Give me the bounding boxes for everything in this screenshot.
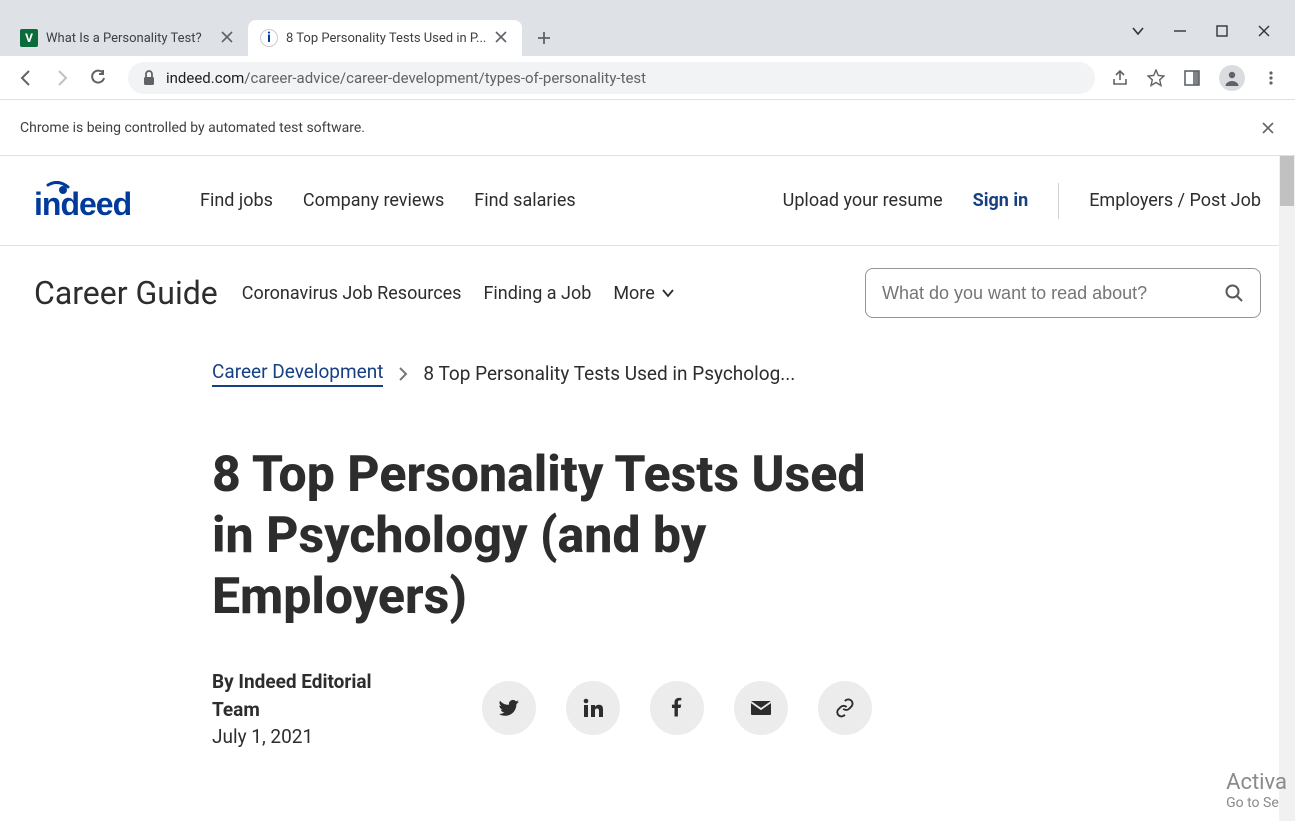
share-facebook-icon[interactable] (650, 681, 704, 735)
profile-avatar-icon[interactable] (1219, 65, 1245, 91)
favicon: V (20, 29, 38, 47)
automation-infobar: Chrome is being controlled by automated … (0, 100, 1295, 156)
back-button[interactable] (12, 64, 40, 92)
breadcrumb-current: 8 Top Personality Tests Used in Psycholo… (423, 362, 795, 385)
nav-find-jobs[interactable]: Find jobs (200, 190, 273, 211)
share-icon[interactable] (1111, 69, 1129, 87)
chevron-right-icon (397, 367, 409, 381)
sign-in-link[interactable]: Sign in (973, 190, 1029, 211)
indeed-logo[interactable]: indeed (34, 181, 166, 221)
tab-active[interactable]: i 8 Top Personality Tests Used in P... (248, 20, 522, 56)
windows-activation-watermark: Activa Go to Se (1226, 770, 1287, 811)
share-email-icon[interactable] (734, 681, 788, 735)
infobar-text: Chrome is being controlled by automated … (20, 120, 365, 136)
reading-list-icon[interactable] (1183, 69, 1201, 87)
share-linkedin-icon[interactable] (566, 681, 620, 735)
publish-date: July 1, 2021 (212, 725, 412, 748)
subnav-coronavirus[interactable]: Coronavirus Job Resources (242, 283, 462, 304)
maximize-icon[interactable] (1215, 24, 1229, 38)
minimize-icon[interactable] (1173, 24, 1187, 38)
chevron-down-icon (661, 286, 675, 300)
employers-link[interactable]: Employers / Post Job (1089, 190, 1261, 211)
close-icon[interactable] (220, 30, 236, 46)
window-controls (1131, 8, 1295, 38)
breadcrumb-parent[interactable]: Career Development (212, 360, 383, 387)
subnav-finding-job[interactable]: Finding a Job (483, 283, 591, 304)
new-tab-button[interactable] (530, 24, 558, 52)
favicon: i (260, 29, 278, 47)
chevron-down-icon[interactable] (1131, 24, 1145, 38)
tab-strip: V What Is a Personality Test? i 8 Top Pe… (0, 8, 1295, 56)
share-row (482, 681, 872, 735)
search-input[interactable] (882, 283, 1214, 304)
nav-company-reviews[interactable]: Company reviews (303, 190, 444, 211)
subnav-more[interactable]: More (613, 283, 674, 304)
divider (1058, 183, 1059, 219)
svg-text:indeed: indeed (34, 186, 131, 221)
url-text: indeed.com/career-advice/career-developm… (166, 69, 646, 87)
tab-inactive[interactable]: V What Is a Personality Test? (8, 20, 248, 56)
article-title: 8 Top Personality Tests Used in Psycholo… (212, 445, 900, 628)
search-box[interactable] (865, 268, 1261, 318)
breadcrumb: Career Development 8 Top Personality Tes… (212, 360, 900, 387)
career-guide-subnav: Career Guide Coronavirus Job Resources F… (0, 246, 1295, 340)
share-twitter-icon[interactable] (482, 681, 536, 735)
article: Career Development 8 Top Personality Tes… (0, 340, 900, 748)
career-guide-title: Career Guide (34, 274, 218, 312)
close-window-icon[interactable] (1257, 24, 1271, 38)
address-bar[interactable]: indeed.com/career-advice/career-developm… (128, 62, 1095, 94)
scrollbar-thumb[interactable] (1280, 156, 1294, 206)
author: By Indeed Editorial Team (212, 668, 412, 723)
close-icon[interactable] (494, 30, 510, 46)
share-link-icon[interactable] (818, 681, 872, 735)
search-icon[interactable] (1224, 283, 1244, 303)
bookmark-star-icon[interactable] (1147, 69, 1165, 87)
close-icon[interactable] (1261, 121, 1275, 135)
site-header: indeed Find jobs Company reviews Find sa… (0, 156, 1295, 246)
kebab-menu-icon[interactable] (1263, 70, 1279, 86)
upload-resume-link[interactable]: Upload your resume (783, 190, 943, 211)
scrollbar-track[interactable] (1279, 156, 1295, 821)
tab-title: 8 Top Personality Tests Used in P... (286, 31, 486, 46)
browser-toolbar: indeed.com/career-advice/career-developm… (0, 56, 1295, 100)
page-content: indeed Find jobs Company reviews Find sa… (0, 156, 1295, 821)
nav-find-salaries[interactable]: Find salaries (474, 190, 575, 211)
site-nav: Find jobs Company reviews Find salaries (200, 190, 576, 211)
byline: By Indeed Editorial Team July 1, 2021 (212, 668, 412, 748)
reload-button[interactable] (84, 64, 112, 92)
lock-icon (142, 70, 156, 86)
tab-title: What Is a Personality Test? (46, 31, 212, 46)
forward-button[interactable] (48, 64, 76, 92)
